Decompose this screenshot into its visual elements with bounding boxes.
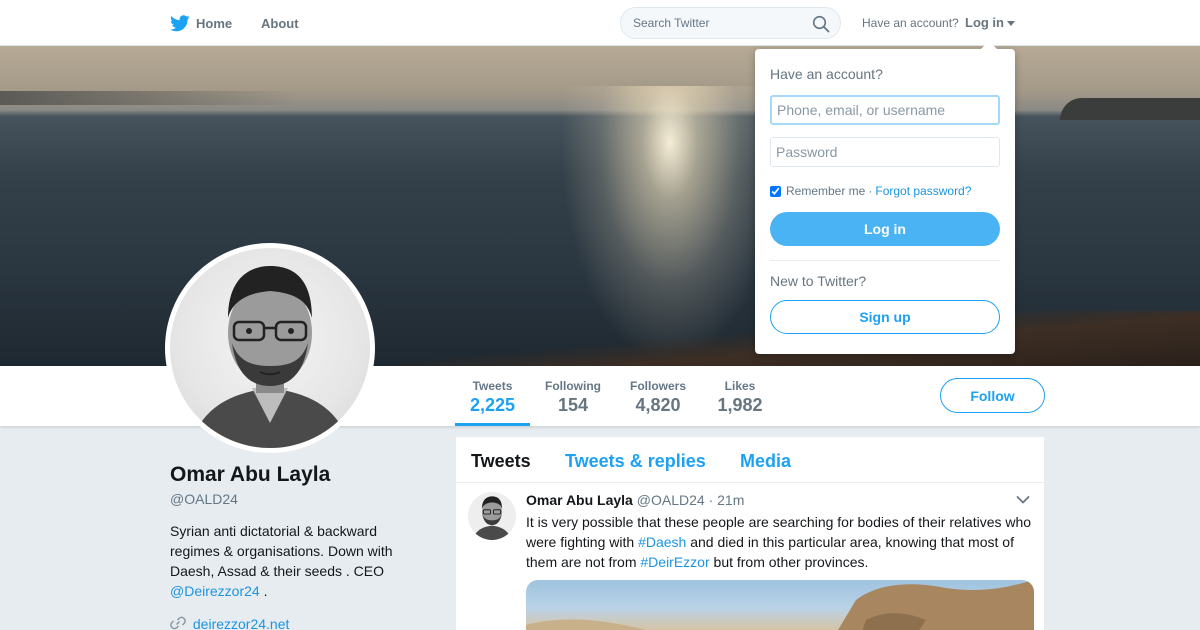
username-input[interactable] [770, 95, 1000, 125]
hashtag-link[interactable]: #DeirEzzor [640, 554, 709, 570]
remember-separator: · [868, 184, 873, 198]
nav-home-label: Home [196, 15, 233, 31]
tab-tweets[interactable]: Tweets [471, 451, 531, 472]
search-box [620, 7, 841, 39]
login-button[interactable]: Log in [770, 212, 1000, 246]
remember-checkbox[interactable] [770, 185, 781, 197]
search-icon[interactable] [812, 15, 830, 33]
dropdown-title: Have an account? [770, 66, 883, 82]
stat-followers[interactable]: Followers 4,820 [623, 366, 693, 426]
chevron-down-icon[interactable] [1016, 495, 1030, 505]
forgot-password-link[interactable]: Forgot password? [875, 184, 971, 198]
avatar-portrait [190, 266, 350, 448]
tweet-media-scene [526, 580, 1034, 630]
have-account-label: Have an account? [862, 16, 959, 30]
profile-url: deirezzor24.net [170, 616, 289, 630]
tweet-header: Omar Abu Layla @OALD24 · 21m [526, 492, 744, 508]
timeline-tabs: Tweets Tweets & replies Media [456, 437, 1044, 483]
link-icon [170, 616, 186, 630]
profile-name[interactable]: Omar Abu Layla [170, 463, 330, 487]
search-input[interactable] [633, 16, 803, 30]
tweet[interactable]: Omar Abu Layla @OALD24 · 21m It is very … [456, 483, 1044, 630]
remember-row: Remember me · Forgot password? [770, 184, 971, 198]
tab-tweets-replies[interactable]: Tweets & replies [565, 451, 706, 472]
stat-value: 2,225 [469, 395, 516, 415]
follow-button[interactable]: Follow [940, 378, 1045, 413]
new-to-twitter-label: New to Twitter? [770, 273, 867, 289]
tweet-text-part: but from other provinces. [709, 554, 869, 570]
login-link-label: Log in [965, 15, 1004, 30]
stat-value: 4,820 [635, 395, 681, 415]
stat-label: Following [545, 379, 601, 393]
login-dropdown: Have an account? Remember me · Forgot pa… [755, 41, 1015, 354]
tweet-text: It is very possible that these people ar… [526, 512, 1036, 572]
password-input[interactable] [770, 137, 1000, 167]
tweet-author-handle[interactable]: @OALD24 [637, 492, 705, 508]
profile-handle[interactable]: @OALD24 [170, 491, 238, 507]
stat-following[interactable]: Following 154 [538, 366, 608, 426]
login-dropdown-toggle[interactable]: Log in [965, 15, 1015, 30]
top-nav: Home About Have an account? Log in [0, 0, 1200, 46]
twitter-bird-icon [170, 14, 190, 31]
tweet-time[interactable]: 21m [717, 492, 744, 508]
profile-bio: Syrian anti dictatorial & backward regim… [170, 521, 430, 601]
hashtag-link[interactable]: #Daesh [638, 534, 686, 550]
bio-mention-link[interactable]: @Deirezzor24 [170, 583, 260, 599]
stat-likes[interactable]: Likes 1,982 [710, 366, 770, 426]
tweet-avatar-portrait [468, 492, 516, 540]
caret-down-icon [1007, 21, 1015, 27]
tweet-author-name[interactable]: Omar Abu Layla [526, 492, 633, 508]
timeline: Tweets Tweets & replies Media Omar Abu L… [456, 437, 1044, 630]
nav-about-link[interactable]: About [261, 0, 299, 46]
tweet-separator: · [708, 492, 714, 508]
bio-text: Syrian anti dictatorial & backward regim… [170, 523, 393, 579]
tweet-media-image[interactable] [526, 580, 1034, 630]
remember-label[interactable]: Remember me [786, 184, 865, 198]
divider [770, 260, 1000, 261]
stat-label: Followers [629, 379, 686, 393]
stat-label: Tweets [472, 379, 513, 393]
bio-end: . [259, 583, 268, 599]
profile-avatar[interactable] [165, 243, 375, 453]
tab-media[interactable]: Media [740, 451, 791, 472]
stat-tweets[interactable]: Tweets 2,225 [455, 366, 530, 426]
profile-url-link[interactable]: deirezzor24.net [193, 616, 290, 630]
avatar-photo [170, 248, 370, 448]
signup-button[interactable]: Sign up [770, 300, 1000, 334]
stat-value: 1,982 [717, 395, 763, 415]
nav-home-link[interactable]: Home [170, 0, 232, 46]
stat-label: Likes [724, 379, 756, 393]
stat-value: 154 [557, 395, 589, 415]
tweet-avatar[interactable] [468, 492, 516, 540]
